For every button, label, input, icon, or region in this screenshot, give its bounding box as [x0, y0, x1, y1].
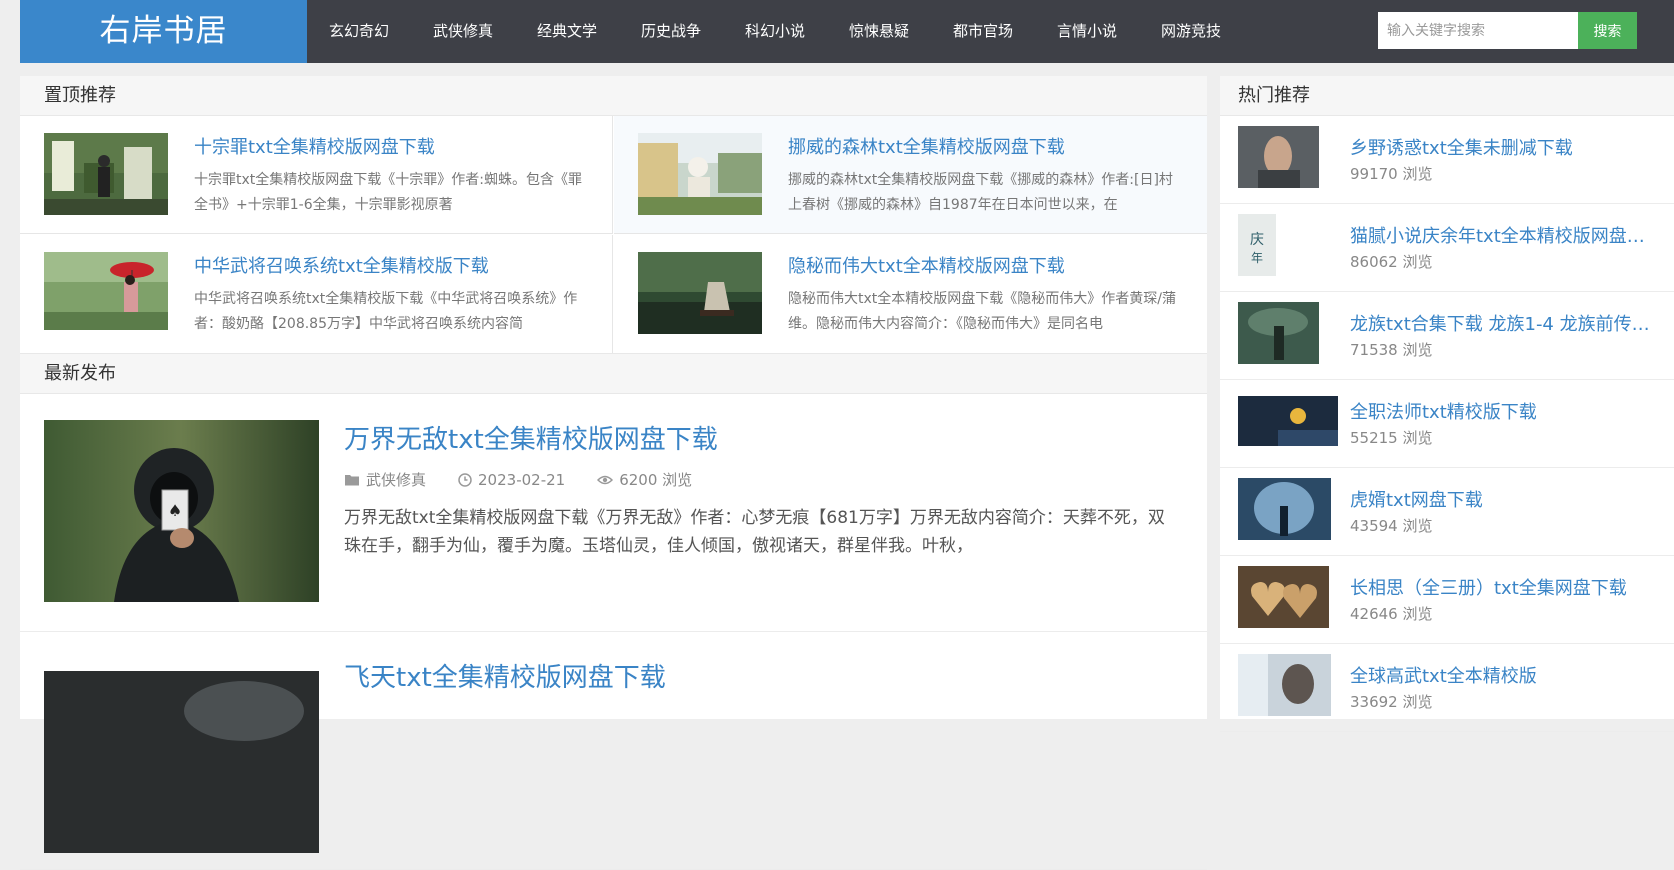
hot-item-views: 43594 浏览	[1350, 517, 1433, 535]
hot-item[interactable]: 龙族txt合集下载 龙族1-4 龙族前传txt精校版 71538 浏览	[1220, 292, 1674, 380]
post-date-label: 2023-02-21	[478, 470, 566, 489]
nav-item-xuanhuan[interactable]: 玄幻奇幻	[307, 0, 411, 63]
post-title[interactable]: 万界无敌txt全集精校版网盘下载	[344, 419, 718, 456]
main-nav: 玄幻奇幻 武侠修真 经典文学 历史战争 科幻小说 惊悚悬疑 都市官场 言情小说 …	[307, 0, 1243, 63]
nav-item-classic[interactable]: 经典文学	[515, 0, 619, 63]
pinned-section-title: 置顶推荐	[20, 76, 1207, 116]
nav-item-gaming[interactable]: 网游竞技	[1139, 0, 1243, 63]
latest-section-title: 最新发布	[20, 353, 1207, 394]
post-thumbnail-dark[interactable]	[44, 671, 319, 853]
pinned-card[interactable]: 十宗罪txt全集精校版网盘下载 十宗罪txt全集精校版网盘下载《十宗罪》作者:蜘…	[20, 116, 613, 234]
hot-item[interactable]: 虎婿txt网盘下载 43594 浏览	[1220, 468, 1674, 556]
eye-icon	[597, 475, 614, 484]
hot-item-title[interactable]: 乡野诱惑txt全集未删减下载	[1350, 134, 1650, 160]
folder-icon	[345, 474, 359, 485]
post-views: 6200 浏览	[597, 469, 692, 490]
hot-item-title[interactable]: 全球高武txt全本精校版	[1350, 662, 1650, 688]
pinned-thumbnail-umbrella[interactable]	[44, 252, 168, 330]
main-column: 置顶推荐 十宗罪txt全集精校版网盘下载 十宗罪txt全集精校版网盘下载《十宗罪…	[20, 76, 1207, 870]
search-box: 搜索	[1378, 12, 1637, 49]
hot-item[interactable]: 全职法师txt精校版下载 55215 浏览	[1220, 380, 1674, 468]
clock-icon	[458, 472, 472, 487]
pinned-card[interactable]: 隐秘而伟大txt全本精校版网盘下载 隐秘而伟大txt全本精校版网盘下载《隐秘而伟…	[614, 235, 1207, 353]
svg-text:庆: 庆	[1250, 232, 1264, 248]
latest-post[interactable]: ♠ 万界无敌txt全集精校版网盘下载 武侠修真 2023-02-21 6200 …	[20, 394, 1207, 632]
hot-item-title[interactable]: 虎婿txt网盘下载	[1350, 486, 1650, 512]
post-title[interactable]: 飞天txt全集精校版网盘下载	[344, 657, 666, 694]
pinned-card[interactable]: 中华武将召唤系统txt全集精校版下载 中华武将召唤系统txt全集精校版下载《中华…	[20, 235, 613, 353]
pinned-card-desc: 隐秘而伟大txt全本精校版网盘下载《隐秘而伟大》作者黄琛/蒲维。隐秘而伟大内容简…	[788, 291, 1176, 332]
hot-thumbnail-ice[interactable]	[1238, 478, 1331, 540]
hot-section-title: 热门推荐	[1220, 76, 1674, 116]
hot-sidebar: 热门推荐 乡野诱惑txt全集未删减下载 99170 浏览 庆年 猫腻小说庆余年t…	[1220, 76, 1674, 732]
nav-item-scifi[interactable]: 科幻小说	[723, 0, 827, 63]
post-date: 2023-02-21	[458, 469, 565, 490]
hot-thumbnail-portrait[interactable]	[1238, 654, 1331, 716]
pinned-card-title[interactable]: 十宗罪txt全集精校版网盘下载	[194, 133, 435, 159]
hot-item-views: 33692 浏览	[1350, 693, 1433, 711]
hot-thumbnail-book-cover[interactable]: 庆年	[1238, 214, 1276, 276]
hot-item-title[interactable]: 猫腻小说庆余年txt全本精校版网盘下载	[1350, 222, 1650, 248]
hot-item-title[interactable]: 全职法师txt精校版下载	[1350, 398, 1650, 424]
nav-item-romance[interactable]: 言情小说	[1035, 0, 1139, 63]
svg-text:年: 年	[1251, 251, 1263, 265]
pinned-thumbnail-garden[interactable]	[638, 133, 762, 215]
site-logo[interactable]: 右岸书居	[20, 0, 307, 63]
pinned-card-desc: 挪威的森林txt全集精校版网盘下载《挪威的森林》作者:[日]村上春树《挪威的森林…	[788, 172, 1173, 213]
pinned-card-desc: 十宗罪txt全集精校版网盘下载《十宗罪》作者:蜘蛛。包含《罪全书》+十宗罪1-6…	[194, 172, 582, 213]
hot-item-title[interactable]: 龙族txt合集下载 龙族1-4 龙族前传txt精校版	[1350, 310, 1650, 336]
post-category-label[interactable]: 武侠修真	[366, 469, 426, 490]
pinned-thumbnail-boat[interactable]	[638, 252, 762, 334]
hot-item[interactable]: 长相思（全三册）txt全集网盘下载 42646 浏览	[1220, 556, 1674, 644]
hot-item[interactable]: 乡野诱惑txt全集未删减下载 99170 浏览	[1220, 116, 1674, 204]
hot-item-views: 99170 浏览	[1350, 165, 1433, 183]
pinned-thumbnail-room[interactable]	[44, 133, 168, 215]
search-input[interactable]	[1378, 12, 1578, 49]
hot-item-views: 86062 浏览	[1350, 253, 1433, 271]
pinned-grid: 十宗罪txt全集精校版网盘下载 十宗罪txt全集精校版网盘下载《十宗罪》作者:蜘…	[20, 116, 1207, 353]
nav-item-wuxia[interactable]: 武侠修真	[411, 0, 515, 63]
post-excerpt: 万界无敌txt全集精校版网盘下载《万界无敌》作者：心梦无痕【681万字】万界无敌…	[344, 508, 1165, 556]
pinned-card[interactable]: 挪威的森林txt全集精校版网盘下载 挪威的森林txt全集精校版网盘下载《挪威的森…	[614, 116, 1207, 234]
hot-item[interactable]: 庆年 猫腻小说庆余年txt全本精校版网盘下载 86062 浏览	[1220, 204, 1674, 292]
nav-item-thriller[interactable]: 惊悚悬疑	[827, 0, 931, 63]
hot-item-views: 55215 浏览	[1350, 429, 1433, 447]
latest-post[interactable]: 飞天txt全集精校版网盘下载	[20, 632, 1207, 870]
hot-item-title[interactable]: 长相思（全三册）txt全集网盘下载	[1350, 574, 1650, 600]
pinned-card-title[interactable]: 挪威的森林txt全集精校版网盘下载	[788, 133, 1065, 159]
top-header: 右岸书居 玄幻奇幻 武侠修真 经典文学 历史战争 科幻小说 惊悚悬疑 都市官场 …	[20, 0, 1674, 63]
nav-item-history[interactable]: 历史战争	[619, 0, 723, 63]
pinned-card-title[interactable]: 隐秘而伟大txt全本精校版网盘下载	[788, 252, 1065, 278]
hot-item-views: 42646 浏览	[1350, 605, 1433, 623]
post-meta: 武侠修真 2023-02-21 6200 浏览	[344, 469, 724, 490]
post-category[interactable]: 武侠修真	[344, 469, 426, 490]
pinned-card-title[interactable]: 中华武将召唤系统txt全集精校版下载	[194, 252, 489, 278]
post-thumbnail-hooded-figure[interactable]: ♠	[44, 420, 319, 602]
hot-thumbnail-dragon[interactable]	[1238, 302, 1319, 364]
svg-text:♠: ♠	[168, 501, 182, 520]
hot-thumbnail-hearts[interactable]	[1238, 566, 1329, 628]
post-views-label: 6200 浏览	[619, 471, 693, 489]
nav-item-urban[interactable]: 都市官场	[931, 0, 1035, 63]
hot-item-views: 71538 浏览	[1350, 341, 1433, 359]
pinned-card-desc: 中华武将召唤系统txt全集精校版下载《中华武将召唤系统》作者：酸奶酪【208.8…	[194, 291, 578, 332]
hot-thumbnail-mage[interactable]	[1238, 396, 1338, 446]
search-button[interactable]: 搜索	[1578, 12, 1637, 49]
hot-thumbnail-woman[interactable]	[1238, 126, 1319, 188]
